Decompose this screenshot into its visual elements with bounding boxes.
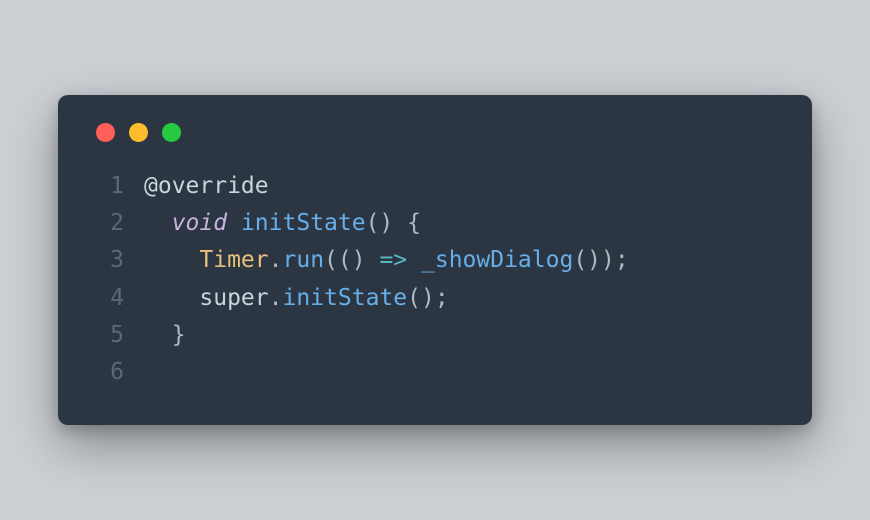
token-punct: . (269, 285, 283, 311)
zoom-icon[interactable] (162, 123, 181, 142)
token-punct: () { (366, 210, 421, 236)
code-line: 2 void initState() { (90, 205, 780, 242)
code-line: 5 } (90, 317, 780, 354)
close-icon[interactable] (96, 123, 115, 142)
line-content: Timer.run(() => _showDialog()); (144, 242, 629, 279)
token-default (407, 247, 421, 273)
code-window: 1@override2 void initState() {3 Timer.ru… (58, 95, 812, 426)
line-number: 4 (90, 280, 124, 317)
line-content: @override (144, 168, 269, 205)
line-number: 5 (90, 317, 124, 354)
token-punct: . (269, 247, 283, 273)
code-block: 1@override2 void initState() {3 Timer.ru… (90, 168, 780, 392)
code-line: 4 super.initState(); (90, 280, 780, 317)
token-punct2: => (379, 247, 407, 273)
token-punct: ()); (573, 247, 628, 273)
code-line: 1 @override (90, 168, 780, 205)
token-method: initState (283, 285, 408, 311)
line-number: 1 (90, 168, 124, 205)
line-content: } (144, 317, 186, 354)
token-method: run (283, 247, 325, 273)
line-number: 2 (90, 205, 124, 242)
token-type: Timer (199, 247, 268, 273)
line-content: void initState() { (144, 205, 421, 242)
minimize-icon[interactable] (129, 123, 148, 142)
token-method: _showDialog (421, 247, 573, 273)
token-punct: (() (324, 247, 379, 273)
token-default (227, 210, 241, 236)
token-keyword: void (172, 210, 227, 236)
line-number: 6 (90, 354, 124, 391)
line-content: super.initState(); (144, 280, 449, 317)
token-punct: } (172, 322, 186, 348)
token-annotation: @override (144, 173, 269, 199)
line-number: 3 (90, 242, 124, 279)
token-punct: (); (407, 285, 449, 311)
token-default: super (199, 285, 268, 311)
traffic-lights (96, 123, 780, 142)
token-method: initState (241, 210, 366, 236)
code-line: 3 Timer.run(() => _showDialog()); (90, 242, 780, 279)
code-line: 6 (90, 354, 780, 391)
